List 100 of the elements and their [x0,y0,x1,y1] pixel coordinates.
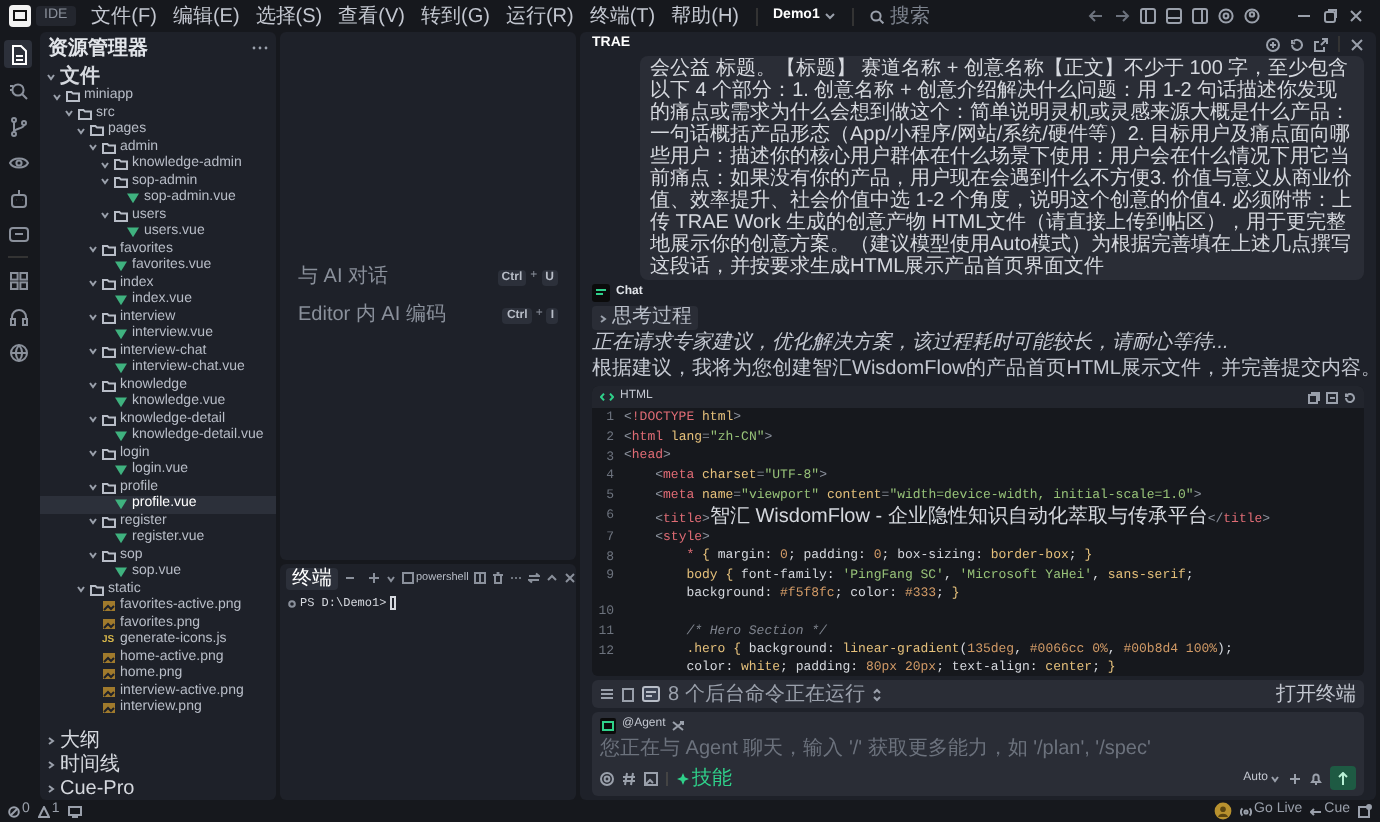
arrow-up-icon [1338,771,1348,785]
image-icon[interactable] [644,771,658,785]
monitor-icon[interactable] [67,805,82,817]
restore-icon[interactable] [1322,8,1338,24]
section-header[interactable]: Cue-Pro [40,776,276,800]
menu-item[interactable]: 终端(T) [583,1,662,31]
sparkle-icon [676,771,690,785]
files-icon [7,43,29,65]
open-terminal-button[interactable]: 打开终端 [1276,683,1356,706]
close-icon[interactable] [1350,37,1364,51]
menu-item[interactable]: 文件(F) [85,1,163,31]
account-icon[interactable] [1244,8,1260,24]
status-circle-icon [288,599,296,607]
close-icon[interactable] [1348,8,1364,24]
trash-icon[interactable] [492,572,505,584]
panel-toggle-icon[interactable] [1166,8,1182,24]
apply-icon[interactable] [1344,391,1356,403]
insert-icon[interactable] [1326,391,1338,403]
triangle-icon [126,226,140,239]
menu-item[interactable]: 转到(G) [414,1,496,31]
caret-icon[interactable] [386,573,396,583]
open-folder-icon [102,311,116,324]
warning-icon [37,805,50,817]
menu-item[interactable]: 选择(S) [249,1,329,31]
minus-icon[interactable] [344,572,356,584]
terminal-tab[interactable]: 终端 [286,567,338,589]
image-file-icon [102,617,116,630]
section-header[interactable]: 时间线 [40,752,276,776]
menu-item[interactable]: 帮助(H) [665,1,745,31]
shuffle-icon[interactable] [671,719,684,732]
skill-button[interactable]: 技能 [676,767,732,789]
triangle-icon [114,498,128,511]
new-chat-icon[interactable] [1266,37,1280,51]
triangle-icon [114,396,128,409]
section-header[interactable]: 文件 [40,64,276,88]
open-folder-icon [102,243,116,256]
bell-icon[interactable] [1310,771,1322,785]
triangle-icon [126,192,140,205]
image-file-icon [102,702,116,715]
background-tasks-label[interactable]: 8 个后台命令正在运行 [668,683,865,706]
notification-icon[interactable] [1358,804,1372,818]
triangle-icon [114,566,128,579]
send-button[interactable] [1330,766,1356,790]
agent-icon [600,717,616,734]
chevron-up-icon[interactable] [546,572,559,584]
error-icon [8,805,20,817]
open-folder-icon [102,277,116,290]
branch-icon [7,115,29,137]
broadcast-icon [1240,805,1253,817]
file-icon[interactable] [622,687,634,702]
sidebar-toggle-icon[interactable] [1140,8,1156,24]
more-icon[interactable] [252,44,268,52]
open-folder-icon [102,481,116,494]
swap-icon[interactable] [528,572,541,584]
open-folder-icon [102,515,116,528]
open-folder-icon [102,345,116,358]
forward-arrow-icon[interactable] [1114,8,1130,24]
close-icon[interactable] [564,572,577,584]
open-folder-icon [102,413,116,426]
back-arrow-icon[interactable] [1088,8,1104,24]
plus-icon[interactable] [368,572,380,584]
list-icon[interactable] [600,688,614,701]
hash-icon[interactable] [622,771,636,785]
shortcut-label: Editor 内 AI 编码 [298,301,446,330]
image-file-icon [102,668,116,681]
image-file-icon [102,685,116,698]
chat-logo-icon [592,284,610,302]
avatar-icon[interactable] [1214,802,1233,820]
section-header[interactable]: 大纲 [40,728,276,752]
right-panel-icon[interactable] [1192,8,1208,24]
triangle-icon [114,328,128,341]
search-field[interactable]: 搜索 [863,1,936,31]
activity-bar-item[interactable] [4,40,32,68]
panel-title: 资源管理器 [48,35,148,63]
arrow-left-icon [1310,805,1323,817]
menu-item[interactable]: 编辑(E) [166,1,246,31]
triangle-icon [114,464,128,477]
copy-icon[interactable] [1308,391,1320,403]
robot-icon [7,187,29,209]
settings-icon[interactable] [1218,8,1234,24]
plus-icon[interactable] [1288,771,1302,785]
history-icon[interactable] [1290,37,1304,51]
triangle-icon [114,294,128,307]
terminal-icon[interactable] [642,686,660,703]
cursor-icon [390,596,397,610]
open-folder-icon [114,209,128,222]
triangle-icon [114,430,128,443]
headset-icon [7,305,29,327]
shortcut-label: 与 AI 对话 [298,263,389,292]
mention-icon[interactable] [600,771,614,785]
thinking-toggle[interactable]: 思考过程 [592,306,698,330]
caret-icon [823,10,836,22]
menu-item[interactable]: 运行(R) [499,1,580,31]
globe-icon [7,341,29,363]
menu-item[interactable]: 查看(V) [332,1,411,31]
split-icon[interactable] [474,572,487,584]
caret-icon [1270,773,1280,783]
external-link-icon[interactable] [1314,37,1328,51]
chat-icon [7,223,29,245]
image-file-icon [102,600,116,613]
